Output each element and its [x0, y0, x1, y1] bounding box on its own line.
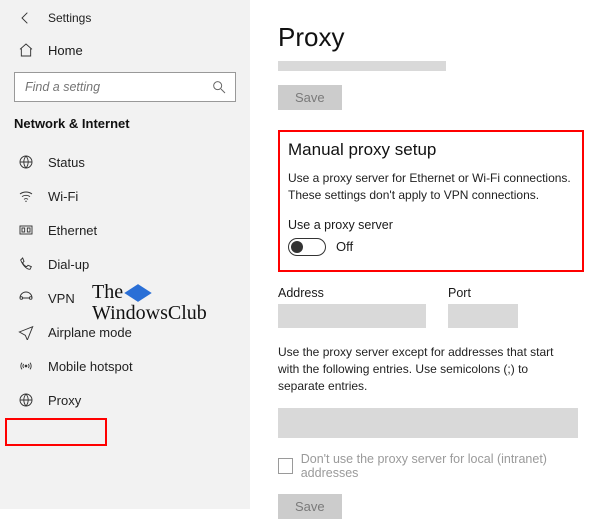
- settings-title: Settings: [48, 11, 91, 25]
- vpn-icon: [18, 290, 34, 306]
- sidebar-item-dialup[interactable]: Dial-up: [0, 247, 250, 281]
- sidebar-item-hotspot[interactable]: Mobile hotspot: [0, 349, 250, 383]
- sidebar-section-title: Network & Internet: [0, 112, 250, 139]
- intranet-label: Don't use the proxy server for local (in…: [301, 452, 580, 480]
- sidebar-home[interactable]: Home: [0, 32, 250, 68]
- sidebar-home-label: Home: [48, 43, 83, 58]
- hotspot-icon: [18, 358, 34, 374]
- manual-proxy-section: Manual proxy setup Use a proxy server fo…: [278, 130, 584, 272]
- sidebar-item-label: Wi-Fi: [48, 189, 78, 204]
- use-proxy-toggle[interactable]: [288, 238, 326, 256]
- settings-sidebar: Settings Home Network & Internet Status …: [0, 0, 250, 509]
- sidebar-item-label: Proxy: [48, 393, 81, 408]
- sidebar-items: Status Wi-Fi Ethernet Dial-up VPN: [0, 139, 250, 417]
- use-proxy-toggle-state: Off: [336, 239, 353, 254]
- sidebar-item-label: Airplane mode: [48, 325, 132, 340]
- exceptions-desc: Use the proxy server except for addresse…: [278, 344, 578, 396]
- use-proxy-label: Use a proxy server: [288, 218, 572, 232]
- dialup-icon: [18, 256, 34, 272]
- search-icon: [211, 79, 227, 95]
- wifi-icon: [18, 188, 34, 204]
- sidebar-item-wifi[interactable]: Wi-Fi: [0, 179, 250, 213]
- sidebar-item-label: Dial-up: [48, 257, 89, 272]
- exceptions-input[interactable]: [278, 408, 578, 438]
- manual-proxy-desc: Use a proxy server for Ethernet or Wi-Fi…: [288, 170, 572, 204]
- proxy-icon: [18, 392, 34, 408]
- search-input[interactable]: [23, 79, 211, 95]
- airplane-icon: [18, 324, 34, 340]
- port-input[interactable]: [448, 304, 518, 328]
- back-icon[interactable]: [18, 10, 34, 26]
- home-icon: [18, 42, 34, 58]
- sidebar-item-label: VPN: [48, 291, 75, 306]
- highlight-proxy-nav: [5, 418, 107, 446]
- sidebar-item-label: Mobile hotspot: [48, 359, 133, 374]
- save-button-bottom[interactable]: Save: [278, 494, 342, 519]
- status-icon: [18, 154, 34, 170]
- intranet-checkbox[interactable]: [278, 458, 293, 474]
- address-label: Address: [278, 286, 426, 300]
- sidebar-item-label: Ethernet: [48, 223, 97, 238]
- sidebar-item-label: Status: [48, 155, 85, 170]
- sidebar-item-vpn[interactable]: VPN: [0, 281, 250, 315]
- manual-proxy-heading: Manual proxy setup: [288, 140, 572, 160]
- main-pane: Proxy Save Manual proxy setup Use a prox…: [250, 0, 600, 509]
- sidebar-item-ethernet[interactable]: Ethernet: [0, 213, 250, 247]
- sidebar-item-airplane[interactable]: Airplane mode: [0, 315, 250, 349]
- decorative-bar: [278, 61, 446, 71]
- sidebar-item-status[interactable]: Status: [0, 145, 250, 179]
- page-title: Proxy: [278, 22, 580, 53]
- sidebar-item-proxy[interactable]: Proxy: [0, 383, 250, 417]
- ethernet-icon: [18, 222, 34, 238]
- address-input[interactable]: [278, 304, 426, 328]
- port-label: Port: [448, 286, 518, 300]
- search-box[interactable]: [14, 72, 236, 102]
- save-button-top[interactable]: Save: [278, 85, 342, 110]
